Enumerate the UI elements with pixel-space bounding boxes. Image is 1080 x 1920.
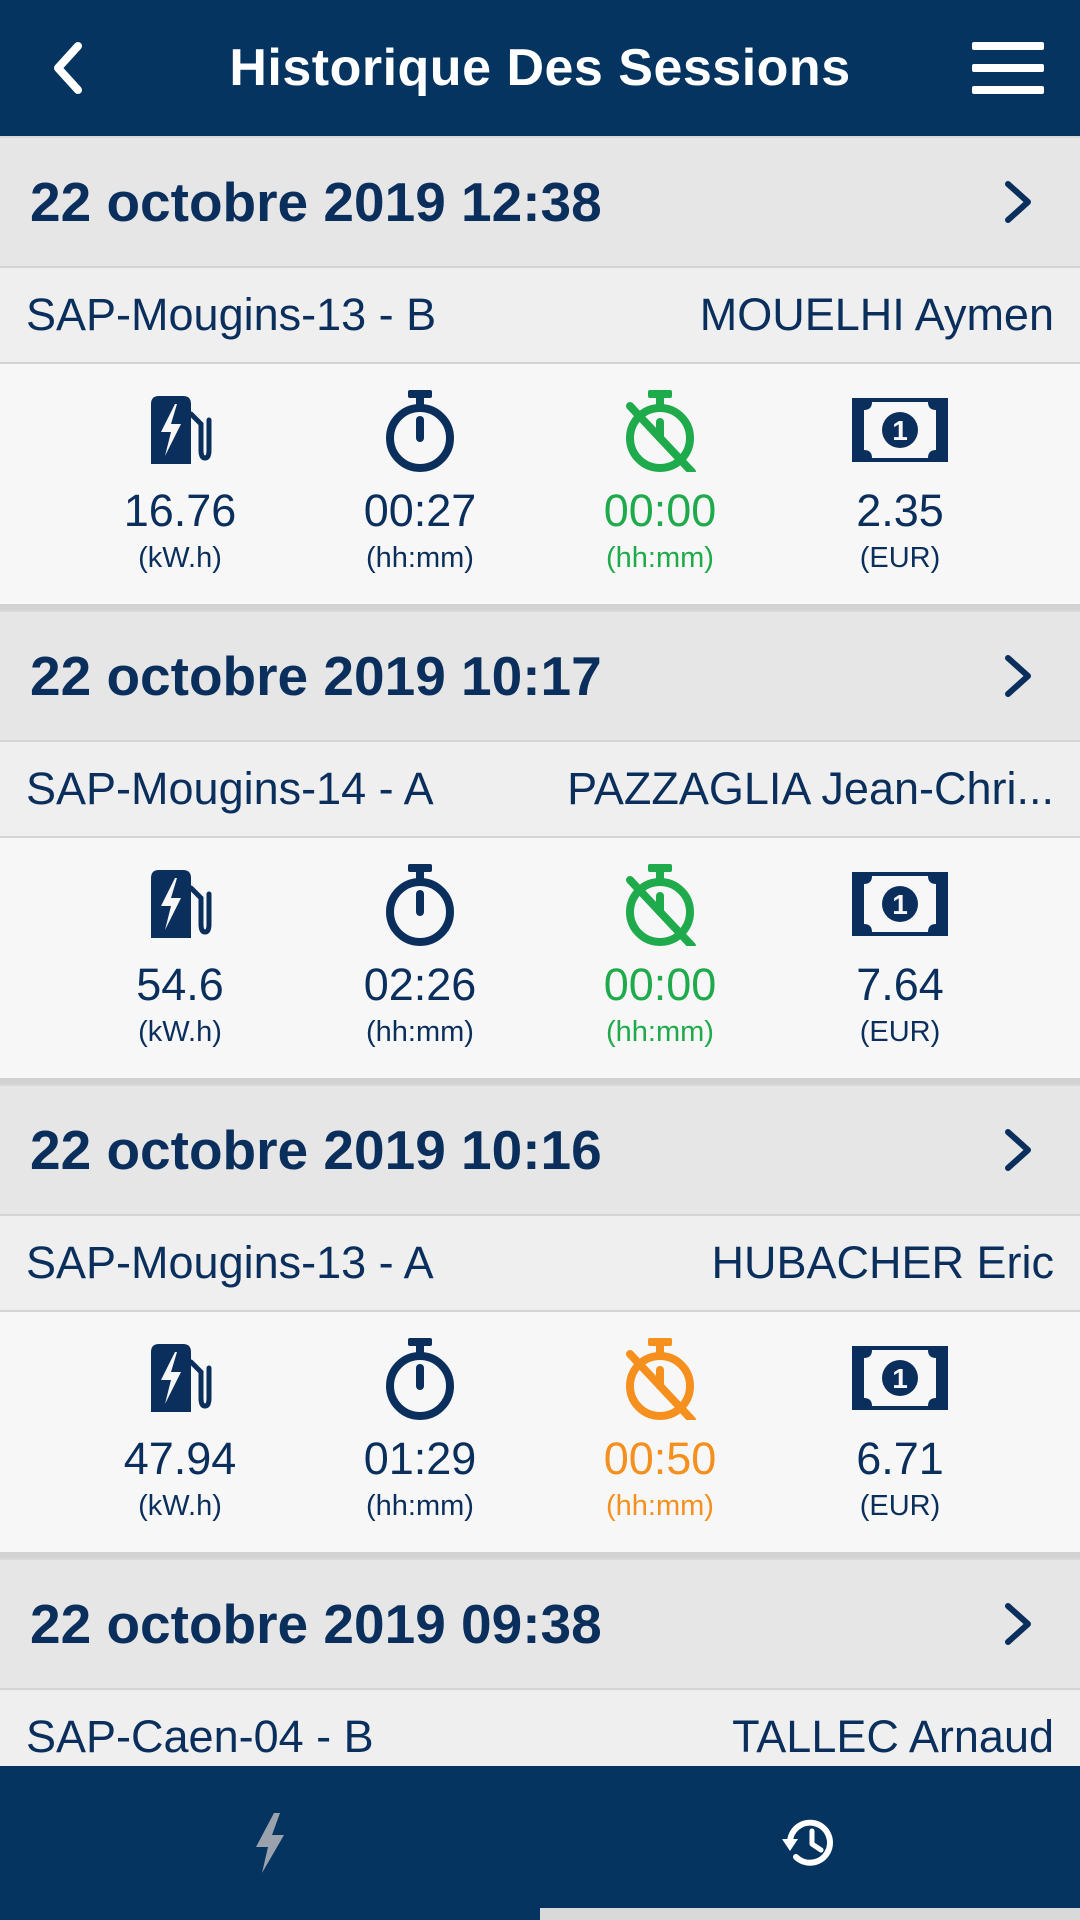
stat-duration: 02:26 (hh:mm) xyxy=(300,838,540,1078)
lightning-icon xyxy=(256,1813,284,1873)
svg-text:1: 1 xyxy=(892,889,908,920)
history-icon xyxy=(782,1819,833,1866)
stat-cost: 1 6.71 (EUR) xyxy=(780,1312,1020,1552)
energy-unit: (kW.h) xyxy=(138,1490,222,1522)
cost-unit: (EUR) xyxy=(859,542,941,574)
session-details: SAP-Caen-04 - B TALLEC Arnaud xyxy=(0,1688,1080,1766)
energy-value: 54.6 xyxy=(136,959,224,1010)
stat-duration: 00:27 (hh:mm) xyxy=(300,364,540,604)
chevron-right-icon[interactable] xyxy=(992,1126,1040,1174)
stat-energy: 47.94 (kW.h) xyxy=(60,1312,300,1552)
stat-idle-time: 00:00 (hh:mm) xyxy=(540,838,780,1078)
stat-energy: 54.6 (kW.h) xyxy=(60,838,300,1078)
session-card[interactable]: 22 octobre 2019 09:38 SAP-Caen-04 - B TALL… xyxy=(0,1558,1080,1766)
svg-text:1: 1 xyxy=(892,415,908,446)
energy-value: 16.76 xyxy=(123,485,237,536)
session-date: 22 octobre 2019 10:16 xyxy=(30,1119,602,1181)
cost-unit: (EUR) xyxy=(859,1490,941,1522)
idle-time-unit: (hh:mm) xyxy=(606,542,714,574)
menu-button[interactable] xyxy=(972,40,1046,96)
session-card[interactable]: 22 octobre 2019 12:38 SAP-Mougins-13 - B M… xyxy=(0,136,1080,610)
duration-value: 01:29 xyxy=(363,1433,477,1484)
hamburger-menu-icon xyxy=(972,42,1044,50)
svg-text:1: 1 xyxy=(892,1363,908,1394)
stat-duration: 01:29 (hh:mm) xyxy=(300,1312,540,1552)
driver-name: HUBACHER Eric xyxy=(711,1237,1054,1288)
energy-unit: (kW.h) xyxy=(138,542,222,574)
stopwatch-off-icon xyxy=(622,388,698,472)
banknote-icon: 1 xyxy=(850,862,950,946)
chevron-left-icon xyxy=(54,42,82,94)
app-header: Historique Des Sessions xyxy=(0,0,1080,136)
page-title: Historique Des Sessions xyxy=(229,39,851,97)
stopwatch-off-icon xyxy=(622,862,698,946)
cost-value: 2.35 xyxy=(856,485,944,536)
session-stats: 54.6 (kW.h) 02:26 (hh:mm) 00:00 (hh:mm) 1 7.64 (… xyxy=(0,838,1080,1078)
station-name: SAP-Mougins-13 - A xyxy=(26,1237,434,1288)
idle-time-value: 00:50 xyxy=(603,1433,717,1484)
idle-time-value: 00:00 xyxy=(603,485,717,536)
ev-charger-icon xyxy=(147,388,213,472)
idle-time-unit: (hh:mm) xyxy=(606,1016,714,1048)
session-date: 22 octobre 2019 10:17 xyxy=(30,645,602,707)
stat-idle-time: 00:00 (hh:mm) xyxy=(540,364,780,604)
stopwatch-icon xyxy=(382,388,458,472)
chevron-right-icon[interactable] xyxy=(992,178,1040,226)
active-tab-indicator xyxy=(540,1908,1080,1920)
duration-unit: (hh:mm) xyxy=(366,1490,474,1522)
stopwatch-icon xyxy=(382,862,458,946)
cost-value: 6.71 xyxy=(856,1433,944,1484)
energy-unit: (kW.h) xyxy=(138,1016,222,1048)
duration-value: 02:26 xyxy=(363,959,477,1010)
stat-cost: 1 7.64 (EUR) xyxy=(780,838,1020,1078)
session-header[interactable]: 22 octobre 2019 09:38 xyxy=(0,1558,1080,1688)
banknote-icon: 1 xyxy=(850,388,950,472)
driver-name: PAZZAGLIA Jean-Chri... xyxy=(567,763,1054,814)
stat-cost: 1 2.35 (EUR) xyxy=(780,364,1020,604)
stopwatch-icon xyxy=(382,1336,458,1420)
stopwatch-off-icon xyxy=(622,1336,698,1420)
chevron-right-icon[interactable] xyxy=(992,1600,1040,1648)
stat-energy: 16.76 (kW.h) xyxy=(60,364,300,604)
driver-name: MOUELHI Aymen xyxy=(699,289,1054,340)
tab-charging[interactable] xyxy=(0,1766,540,1920)
session-header[interactable]: 22 octobre 2019 10:17 xyxy=(0,610,1080,740)
energy-value: 47.94 xyxy=(123,1433,237,1484)
session-details: SAP-Mougins-13 - A HUBACHER Eric xyxy=(0,1214,1080,1312)
back-button[interactable] xyxy=(34,34,102,102)
banknote-icon: 1 xyxy=(850,1336,950,1420)
idle-time-value: 00:00 xyxy=(603,959,717,1010)
session-details: SAP-Mougins-14 - A PAZZAGLIA Jean-Chri... xyxy=(0,740,1080,838)
driver-name: TALLEC Arnaud xyxy=(732,1711,1054,1762)
chevron-right-icon[interactable] xyxy=(992,652,1040,700)
cost-unit: (EUR) xyxy=(859,1016,941,1048)
tab-history[interactable] xyxy=(540,1766,1080,1920)
session-details: SAP-Mougins-13 - B MOUELHI Aymen xyxy=(0,266,1080,364)
session-card[interactable]: 22 octobre 2019 10:17 SAP-Mougins-14 - A P… xyxy=(0,610,1080,1084)
duration-unit: (hh:mm) xyxy=(366,542,474,574)
station-name: SAP-Mougins-14 - A xyxy=(26,763,434,814)
ev-charger-icon xyxy=(147,862,213,946)
session-stats: 16.76 (kW.h) 00:27 (hh:mm) 00:00 (hh:mm) 1 2.35… xyxy=(0,364,1080,604)
session-stats: 47.94 (kW.h) 01:29 (hh:mm) 00:50 (hh:mm) 1 6.71… xyxy=(0,1312,1080,1552)
duration-value: 00:27 xyxy=(363,485,477,536)
station-name: SAP-Caen-04 - B xyxy=(26,1711,374,1762)
cost-value: 7.64 xyxy=(856,959,944,1010)
stat-idle-time: 00:50 (hh:mm) xyxy=(540,1312,780,1552)
session-card[interactable]: 22 octobre 2019 10:16 SAP-Mougins-13 - A H… xyxy=(0,1084,1080,1558)
session-header[interactable]: 22 octobre 2019 10:16 xyxy=(0,1084,1080,1214)
station-name: SAP-Mougins-13 - B xyxy=(26,289,437,340)
session-date: 22 octobre 2019 12:38 xyxy=(30,171,602,233)
bottom-navigation xyxy=(0,1766,1080,1920)
session-date: 22 octobre 2019 09:38 xyxy=(30,1593,602,1655)
idle-time-unit: (hh:mm) xyxy=(606,1490,714,1522)
session-list[interactable]: 22 octobre 2019 12:38 SAP-Mougins-13 - B M… xyxy=(0,136,1080,1766)
ev-charger-icon xyxy=(147,1336,213,1420)
session-header[interactable]: 22 octobre 2019 12:38 xyxy=(0,136,1080,266)
duration-unit: (hh:mm) xyxy=(366,1016,474,1048)
